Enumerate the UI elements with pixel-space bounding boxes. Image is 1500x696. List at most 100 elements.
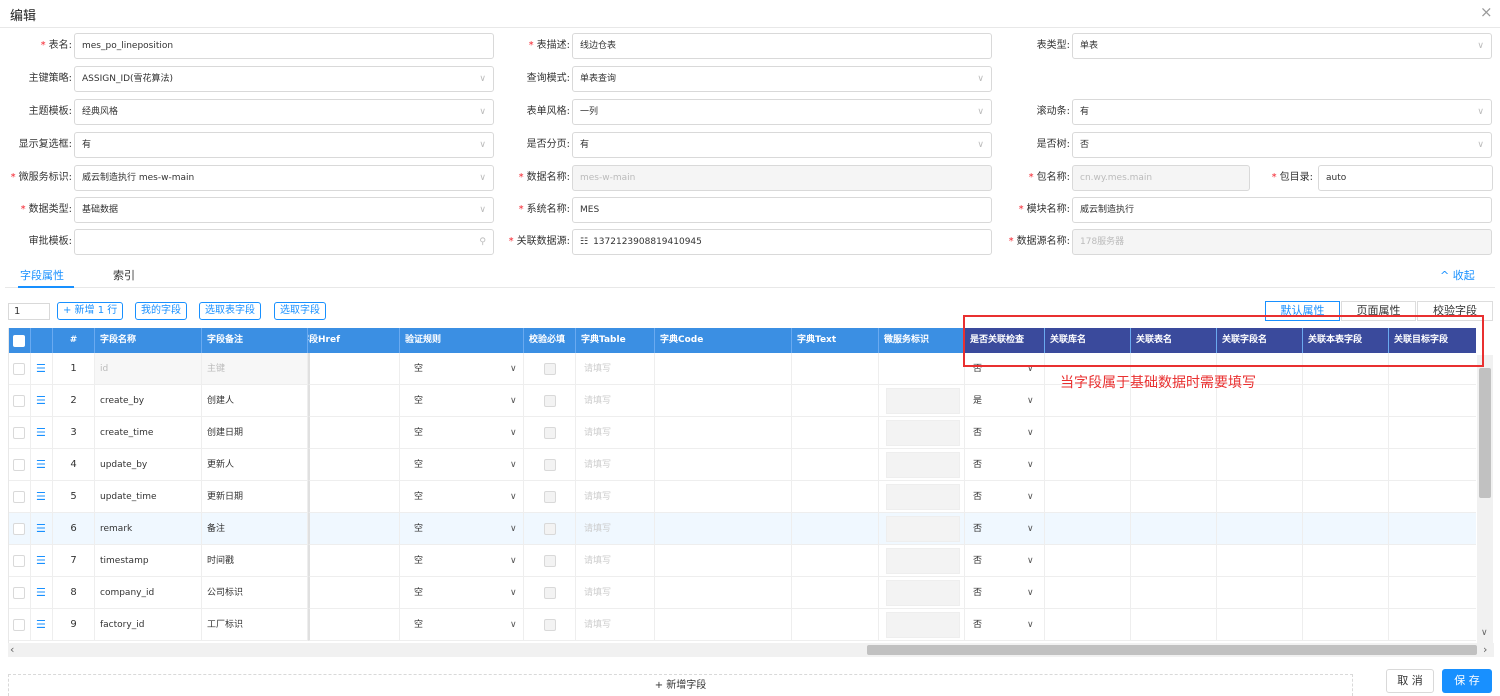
table-row[interactable]: ☰ 8 company_id 公司标识空 ∨ 请填写否 ∨ — [9, 577, 1476, 609]
relation-table-cell[interactable] — [1131, 545, 1217, 577]
related-datasource-select[interactable]: ☷ 1372123908819410945 — [572, 229, 992, 255]
field-comment-cell[interactable]: 工厂标识 — [202, 609, 308, 641]
dict-table-cell[interactable]: 请填写 — [576, 449, 655, 481]
dict-text-cell[interactable] — [792, 609, 879, 641]
microservice-cell[interactable] — [879, 545, 965, 577]
field-href-cell[interactable] — [308, 577, 400, 609]
dict-text-cell[interactable] — [792, 513, 879, 545]
list-icon[interactable]: ☰ — [36, 586, 46, 599]
list-icon[interactable]: ☰ — [36, 458, 46, 471]
row-checkbox[interactable] — [13, 363, 25, 375]
column-header[interactable]: 微服务标识 — [879, 328, 965, 353]
relation-check-select[interactable]: 是 ∨ — [965, 385, 1045, 417]
row-checkbox[interactable] — [13, 459, 25, 471]
field-name-cell[interactable]: update_by — [95, 449, 202, 481]
list-icon[interactable]: ☰ — [36, 522, 46, 535]
table-row[interactable]: ☰ 5 update_time 更新日期空 ∨ 请填写否 ∨ — [9, 481, 1476, 513]
column-header[interactable]: 字段备注 — [202, 328, 308, 353]
required-checkbox[interactable] — [544, 587, 556, 599]
relation-check-select[interactable]: 否 ∨ — [965, 513, 1045, 545]
relation-table-cell[interactable] — [1131, 513, 1217, 545]
save-button[interactable]: 保 存 — [1442, 669, 1492, 693]
validation-rule-select[interactable]: 空 ∨ — [400, 353, 524, 385]
field-name-cell[interactable]: timestamp — [95, 545, 202, 577]
dict-text-cell[interactable] — [792, 481, 879, 513]
row-checkbox[interactable] — [13, 395, 25, 407]
column-header[interactable]: 校验必填 — [524, 328, 576, 353]
list-icon[interactable]: ☰ — [36, 426, 46, 439]
relation-target-field-cell[interactable] — [1389, 449, 1476, 481]
dict-code-cell[interactable] — [655, 609, 792, 641]
field-name-cell[interactable]: update_time — [95, 481, 202, 513]
relation-db-cell[interactable] — [1045, 545, 1131, 577]
relation-target-field-cell[interactable] — [1389, 577, 1476, 609]
relation-target-field-cell[interactable] — [1389, 481, 1476, 513]
microservice-input[interactable] — [886, 580, 960, 606]
dict-code-cell[interactable] — [655, 513, 792, 545]
validation-rule-select[interactable]: 空 ∨ — [400, 577, 524, 609]
pick-fields-button[interactable]: 选取字段 — [274, 302, 326, 320]
relation-check-select[interactable]: 否 ∨ — [965, 449, 1045, 481]
microservice-cell[interactable] — [879, 577, 965, 609]
required-checkbox[interactable] — [544, 427, 556, 439]
row-checkbox[interactable] — [13, 587, 25, 599]
field-href-cell[interactable] — [308, 545, 400, 577]
field-name-cell[interactable]: company_id — [95, 577, 202, 609]
field-comment-cell[interactable]: 主键 — [202, 353, 308, 385]
list-icon[interactable]: ☰ — [36, 490, 46, 503]
table-row[interactable]: ☰ 7 timestamp 时间戳空 ∨ 请填写否 ∨ — [9, 545, 1476, 577]
microservice-cell[interactable] — [879, 449, 965, 481]
validation-rule-select[interactable]: 空 ∨ — [400, 449, 524, 481]
required-checkbox[interactable] — [544, 491, 556, 503]
microservice-cell[interactable] — [879, 513, 965, 545]
relation-field-cell[interactable] — [1217, 481, 1303, 513]
collapse-button[interactable]: ^ 收起 — [1440, 265, 1475, 287]
microservice-input[interactable] — [886, 388, 960, 414]
table-row[interactable]: ☰ 3 create_time 创建日期空 ∨ 请填写否 ∨ — [9, 417, 1476, 449]
add-field-button[interactable]: + 新增字段 — [8, 674, 1353, 696]
table-desc-input[interactable]: 线边仓表 — [572, 33, 992, 59]
select-all-checkbox[interactable] — [13, 335, 25, 347]
pick-table-fields-button[interactable]: 选取表字段 — [199, 302, 261, 320]
required-checkbox[interactable] — [544, 619, 556, 631]
relation-table-cell[interactable] — [1131, 609, 1217, 641]
pk-strategy-select[interactable]: ASSIGN_ID(雪花算法) ∨ — [74, 66, 494, 92]
required-checkbox[interactable] — [544, 363, 556, 375]
relation-self-field-cell[interactable] — [1303, 385, 1389, 417]
relation-db-cell[interactable] — [1045, 609, 1131, 641]
dict-text-cell[interactable] — [792, 385, 879, 417]
relation-db-cell[interactable] — [1045, 513, 1131, 545]
validation-rule-select[interactable]: 空 ∨ — [400, 481, 524, 513]
relation-db-cell[interactable] — [1045, 449, 1131, 481]
microservice-id-select[interactable]: 威云制造执行 mes-w-main ∨ — [74, 165, 494, 191]
required-checkbox[interactable] — [544, 459, 556, 471]
row-checkbox[interactable] — [13, 555, 25, 567]
table-type-select[interactable]: 单表 ∨ — [1072, 33, 1492, 59]
dict-table-cell[interactable]: 请填写 — [576, 353, 655, 385]
relation-field-cell[interactable] — [1217, 513, 1303, 545]
theme-template-select[interactable]: 经典风格 ∨ — [74, 99, 494, 125]
relation-table-cell[interactable] — [1131, 417, 1217, 449]
module-name-input[interactable]: 威云制造执行 — [1072, 197, 1492, 223]
microservice-input[interactable] — [886, 452, 960, 478]
system-name-input[interactable]: MES — [572, 197, 992, 223]
microservice-input[interactable] — [886, 612, 960, 638]
validation-rule-select[interactable]: 空 ∨ — [400, 417, 524, 449]
scroll-down-icon[interactable]: ∨ — [1481, 628, 1488, 638]
relation-field-cell[interactable] — [1217, 609, 1303, 641]
relation-check-select[interactable]: 否 ∨ — [965, 481, 1045, 513]
column-header[interactable]: 字段Href — [308, 328, 400, 353]
relation-target-field-cell[interactable] — [1389, 513, 1476, 545]
relation-field-cell[interactable] — [1217, 417, 1303, 449]
data-type-select[interactable]: 基础数据 ∨ — [74, 197, 494, 223]
microservice-input[interactable] — [886, 548, 960, 574]
relation-db-cell[interactable] — [1045, 577, 1131, 609]
relation-self-field-cell[interactable] — [1303, 481, 1389, 513]
relation-target-field-cell[interactable] — [1389, 417, 1476, 449]
show-checkbox-select[interactable]: 有 ∨ — [74, 132, 494, 158]
relation-table-cell[interactable] — [1131, 481, 1217, 513]
field-href-cell[interactable] — [308, 481, 400, 513]
relation-self-field-cell[interactable] — [1303, 417, 1389, 449]
scrollbar-select[interactable]: 有 ∨ — [1072, 99, 1492, 125]
relation-self-field-cell[interactable] — [1303, 609, 1389, 641]
